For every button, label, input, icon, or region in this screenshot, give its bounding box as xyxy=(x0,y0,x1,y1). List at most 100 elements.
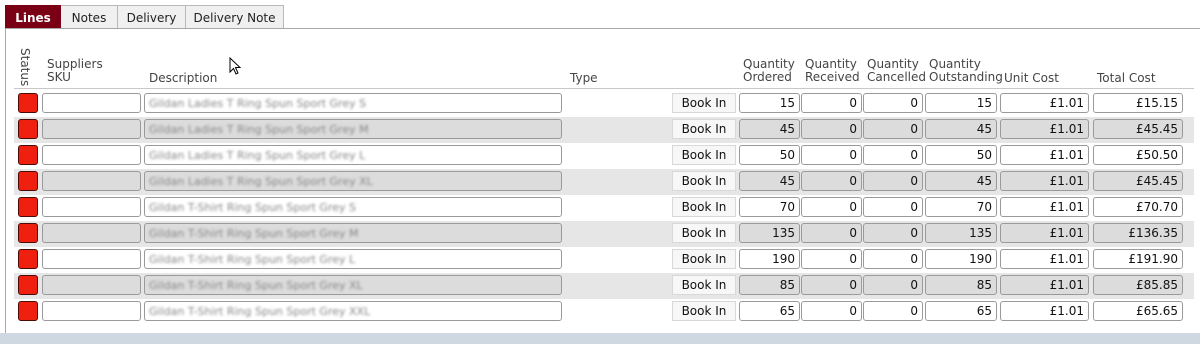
total-cost-field[interactable]: £45.45 xyxy=(1093,171,1183,191)
tab-delivery[interactable]: Delivery xyxy=(118,5,186,29)
suppliers-sku-field[interactable] xyxy=(42,171,141,191)
tab-lines[interactable]: Lines xyxy=(5,5,61,29)
quantity-received-field[interactable]: 0 xyxy=(801,197,862,217)
book-in-button[interactable]: Book In xyxy=(672,301,736,321)
status-indicator[interactable] xyxy=(18,223,38,243)
suppliers-sku-field[interactable] xyxy=(42,93,141,113)
suppliers-sku-field[interactable] xyxy=(42,275,141,295)
total-cost-field[interactable]: £85.85 xyxy=(1093,275,1183,295)
quantity-received-field[interactable]: 0 xyxy=(801,119,862,139)
quantity-ordered-field[interactable]: 135 xyxy=(739,223,800,243)
quantity-ordered-field[interactable]: 85 xyxy=(739,275,800,295)
quantity-cancelled-field[interactable]: 0 xyxy=(863,197,923,217)
description-field[interactable]: Gildan Ladies T Ring Spun Sport Grey M xyxy=(144,119,562,139)
description-field[interactable]: Gildan T-Shirt Ring Spun Sport Grey XL xyxy=(144,275,562,295)
quantity-ordered-field[interactable]: 70 xyxy=(739,197,800,217)
quantity-cancelled-field[interactable]: 0 xyxy=(863,301,923,321)
unit-cost-field[interactable]: £1.01 xyxy=(1000,249,1089,269)
quantity-received-field[interactable]: 0 xyxy=(801,171,862,191)
quantity-outstanding-field[interactable]: 65 xyxy=(925,301,997,321)
quantity-ordered-field[interactable]: 15 xyxy=(739,93,800,113)
quantity-received-field[interactable]: 0 xyxy=(801,223,862,243)
total-cost-field[interactable]: £45.45 xyxy=(1093,119,1183,139)
book-in-button[interactable]: Book In xyxy=(672,197,736,217)
suppliers-sku-field[interactable] xyxy=(42,223,141,243)
suppliers-sku-field[interactable] xyxy=(42,249,141,269)
quantity-ordered-field[interactable]: 50 xyxy=(739,145,800,165)
description-field[interactable]: Gildan T-Shirt Ring Spun Sport Grey XXL xyxy=(144,301,562,321)
unit-cost-field[interactable]: £1.01 xyxy=(1000,171,1089,191)
status-indicator[interactable] xyxy=(18,145,38,165)
unit-cost-field[interactable]: £1.01 xyxy=(1000,145,1089,165)
status-indicator[interactable] xyxy=(18,249,38,269)
quantity-ordered-field[interactable]: 190 xyxy=(739,249,800,269)
suppliers-sku-field[interactable] xyxy=(42,197,141,217)
header-status: Status xyxy=(18,48,32,87)
status-indicator[interactable] xyxy=(18,119,38,139)
total-cost-field[interactable]: £65.65 xyxy=(1093,301,1183,321)
total-cost-field[interactable]: £15.15 xyxy=(1093,93,1183,113)
quantity-ordered-field[interactable]: 65 xyxy=(739,301,800,321)
quantity-cancelled-field[interactable]: 0 xyxy=(863,171,923,191)
quantity-outstanding-field[interactable]: 45 xyxy=(925,171,997,191)
book-in-button[interactable]: Book In xyxy=(672,93,736,113)
quantity-outstanding-field[interactable]: 85 xyxy=(925,275,997,295)
quantity-cancelled-field[interactable]: 0 xyxy=(863,145,923,165)
quantity-ordered-field[interactable]: 45 xyxy=(739,171,800,191)
book-in-button[interactable]: Book In xyxy=(672,171,736,191)
unit-cost-field[interactable]: £1.01 xyxy=(1000,93,1089,113)
quantity-outstanding-field[interactable]: 45 xyxy=(925,119,997,139)
quantity-outstanding-field[interactable]: 15 xyxy=(925,93,997,113)
quantity-outstanding-field[interactable]: 190 xyxy=(925,249,997,269)
suppliers-sku-field[interactable] xyxy=(42,145,141,165)
description-text: Gildan Ladies T Ring Spun Sport Grey S xyxy=(149,97,367,110)
unit-cost-field[interactable]: £1.01 xyxy=(1000,119,1089,139)
tab-delivery-note[interactable]: Delivery Note xyxy=(186,5,284,29)
total-cost-field[interactable]: £136.35 xyxy=(1093,223,1183,243)
suppliers-sku-field[interactable] xyxy=(42,301,141,321)
total-cost-field[interactable]: £191.90 xyxy=(1093,249,1183,269)
status-indicator[interactable] xyxy=(18,93,38,113)
unit-cost-field[interactable]: £1.01 xyxy=(1000,301,1089,321)
quantity-cancelled-field[interactable]: 0 xyxy=(863,249,923,269)
unit-cost-field[interactable]: £1.01 xyxy=(1000,197,1089,217)
quantity-outstanding-field[interactable]: 70 xyxy=(925,197,997,217)
status-indicator[interactable] xyxy=(18,197,38,217)
unit-cost-field[interactable]: £1.01 xyxy=(1000,223,1089,243)
tab-notes[interactable]: Notes xyxy=(61,5,118,29)
book-in-button[interactable]: Book In xyxy=(672,145,736,165)
header-unit-cost: Unit Cost xyxy=(1004,71,1059,85)
quantity-received-field[interactable]: 0 xyxy=(801,301,862,321)
description-field[interactable]: Gildan T-Shirt Ring Spun Sport Grey L xyxy=(144,249,562,269)
tab-bar: Lines Notes Delivery Delivery Note xyxy=(5,5,284,29)
book-in-button[interactable]: Book In xyxy=(672,249,736,269)
quantity-cancelled-field[interactable]: 0 xyxy=(863,93,923,113)
quantity-outstanding-field[interactable]: 135 xyxy=(925,223,997,243)
quantity-cancelled-field[interactable]: 0 xyxy=(863,275,923,295)
book-in-button[interactable]: Book In xyxy=(672,119,736,139)
unit-cost-field[interactable]: £1.01 xyxy=(1000,275,1089,295)
description-field[interactable]: Gildan T-Shirt Ring Spun Sport Grey M xyxy=(144,223,562,243)
suppliers-sku-field[interactable] xyxy=(42,119,141,139)
quantity-received-field[interactable]: 0 xyxy=(801,93,862,113)
description-field[interactable]: Gildan Ladies T Ring Spun Sport Grey L xyxy=(144,145,562,165)
quantity-received-field[interactable]: 0 xyxy=(801,249,862,269)
quantity-received-field[interactable]: 0 xyxy=(801,275,862,295)
description-field[interactable]: Gildan Ladies T Ring Spun Sport Grey XL xyxy=(144,171,562,191)
description-field[interactable]: Gildan Ladies T Ring Spun Sport Grey S xyxy=(144,93,562,113)
header-quantity-cancelled: Quantity Cancelled xyxy=(867,58,926,84)
quantity-cancelled-field[interactable]: 0 xyxy=(863,223,923,243)
status-indicator[interactable] xyxy=(18,171,38,191)
quantity-outstanding-field[interactable]: 50 xyxy=(925,145,997,165)
quantity-cancelled-field[interactable]: 0 xyxy=(863,119,923,139)
header-quantity-received: Quantity Received xyxy=(805,58,860,84)
total-cost-field[interactable]: £50.50 xyxy=(1093,145,1183,165)
book-in-button[interactable]: Book In xyxy=(672,223,736,243)
book-in-button[interactable]: Book In xyxy=(672,275,736,295)
quantity-ordered-field[interactable]: 45 xyxy=(739,119,800,139)
status-indicator[interactable] xyxy=(18,301,38,321)
description-field[interactable]: Gildan T-Shirt Ring Spun Sport Grey S xyxy=(144,197,562,217)
status-indicator[interactable] xyxy=(18,275,38,295)
quantity-received-field[interactable]: 0 xyxy=(801,145,862,165)
total-cost-field[interactable]: £70.70 xyxy=(1093,197,1183,217)
